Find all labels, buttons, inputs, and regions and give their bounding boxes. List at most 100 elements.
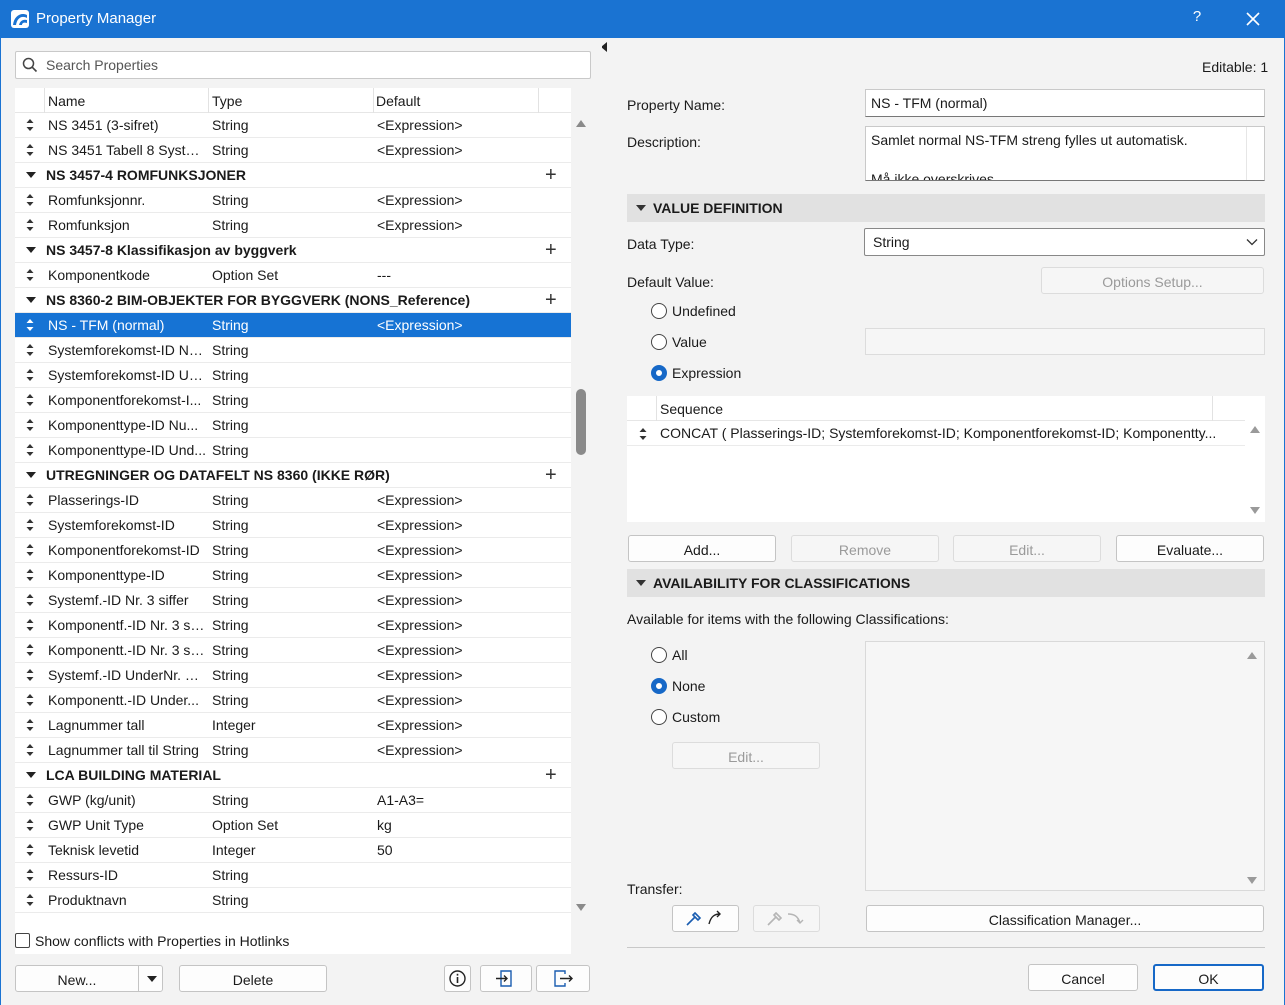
table-row[interactable]: Romfunksjon String <Expression> [15, 213, 571, 238]
drag-handle-icon[interactable] [24, 818, 36, 832]
table-row[interactable]: NS 3451 Tabell 8 System... String <Express… [15, 138, 571, 163]
radio-all-dot[interactable] [651, 647, 667, 663]
table-row[interactable]: Komponentkode Option Set --- [15, 263, 571, 288]
description-scrollbar[interactable] [1246, 127, 1264, 180]
transfer-pick-button[interactable] [672, 905, 739, 932]
radio-value-dot[interactable] [651, 334, 667, 350]
group-collapse-triangle-icon[interactable] [26, 472, 36, 478]
drag-handle-icon[interactable] [638, 427, 648, 441]
table-row[interactable]: Komponenttype-ID Und... String [15, 438, 571, 463]
table-scrollbar[interactable] [571, 110, 591, 911]
group-row[interactable]: NS 8360-2 BIM-OBJEKTER FOR BYGGVERK (NON… [15, 288, 571, 313]
table-row[interactable]: Komponentt.-ID Under... String <Expression… [15, 688, 571, 713]
table-row[interactable]: Plasserings-ID String <Expression> [15, 488, 571, 513]
group-collapse-triangle-icon[interactable] [26, 247, 36, 253]
cancel-button[interactable]: Cancel [1028, 964, 1138, 991]
export-button[interactable] [536, 965, 590, 992]
transfer-inject-button[interactable] [753, 905, 820, 932]
drag-handle-icon[interactable] [24, 318, 36, 332]
group-collapse-triangle-icon[interactable] [26, 297, 36, 303]
table-row[interactable]: Romfunksjonnr. String <Expression> [15, 188, 571, 213]
drag-handle-icon[interactable] [24, 643, 36, 657]
data-type-select[interactable]: String [864, 228, 1265, 256]
availability-section[interactable]: AVAILABILITY FOR CLASSIFICATIONS [627, 569, 1265, 597]
sequence-scroll-up-icon[interactable] [1250, 426, 1260, 433]
table-row[interactable]: Komponenttype-ID String <Expression> [15, 563, 571, 588]
add-property-plus-icon[interactable]: + [545, 290, 557, 310]
sequence-item[interactable]: CONCAT ( Plasserings-ID; Systemforekomst… [627, 421, 1245, 446]
delete-button[interactable]: Delete [179, 965, 327, 992]
drag-handle-icon[interactable] [24, 668, 36, 682]
edit-expression-button[interactable]: Edit... [953, 535, 1101, 562]
drag-handle-icon[interactable] [24, 793, 36, 807]
drag-handle-icon[interactable] [24, 343, 36, 357]
drag-handle-icon[interactable] [24, 743, 36, 757]
group-row[interactable]: NS 3457-8 Klassifikasjon av byggverk + [15, 238, 571, 263]
import-button[interactable] [480, 965, 532, 992]
drag-handle-icon[interactable] [24, 843, 36, 857]
drag-handle-icon[interactable] [24, 443, 36, 457]
table-row-selected[interactable]: NS - TFM (normal) String <Expression> [15, 313, 571, 338]
add-property-plus-icon[interactable]: + [545, 765, 557, 785]
collapse-triangle-icon[interactable] [636, 205, 646, 211]
column-header-name[interactable]: Name [48, 93, 85, 109]
search-box[interactable] [15, 51, 591, 79]
group-collapse-triangle-icon[interactable] [26, 172, 36, 178]
drag-handle-icon[interactable] [24, 418, 36, 432]
help-button[interactable]: ? [1187, 8, 1207, 30]
table-row[interactable]: Systemf.-ID Nr. 3 siffer String <Expressio… [15, 588, 571, 613]
table-row[interactable]: Komponenttype-ID Nu... String [15, 413, 571, 438]
radio-none-dot[interactable] [651, 678, 667, 694]
close-button[interactable] [1241, 7, 1265, 31]
drag-handle-icon[interactable] [24, 143, 36, 157]
sequence-header-label[interactable]: Sequence [660, 401, 723, 417]
table-row[interactable]: Komponentforekomst-I... String [15, 388, 571, 413]
column-header-default[interactable]: Default [376, 93, 420, 109]
remove-button[interactable]: Remove [791, 535, 939, 562]
ok-button[interactable]: OK [1153, 964, 1264, 991]
radio-expression-dot[interactable] [651, 365, 667, 381]
table-row[interactable]: Teknisk levetid Integer 50 [15, 838, 571, 863]
table-row[interactable]: Systemforekomst-ID Nu... String [15, 338, 571, 363]
drag-handle-icon[interactable] [24, 693, 36, 707]
drag-handle-icon[interactable] [24, 718, 36, 732]
group-row[interactable]: LCA BUILDING MATERIAL + [15, 763, 571, 788]
drag-handle-icon[interactable] [24, 368, 36, 382]
drag-handle-icon[interactable] [24, 268, 36, 282]
drag-handle-icon[interactable] [24, 218, 36, 232]
evaluate-button[interactable]: Evaluate... [1116, 535, 1264, 562]
add-property-plus-icon[interactable]: + [545, 240, 557, 260]
radio-undefined-dot[interactable] [651, 303, 667, 319]
group-collapse-triangle-icon[interactable] [26, 772, 36, 778]
classification-manager-button[interactable]: Classification Manager... [866, 905, 1264, 932]
value-definition-section[interactable]: VALUE DEFINITION [627, 194, 1265, 222]
sequence-scroll-down-icon[interactable] [1250, 507, 1260, 514]
drag-handle-icon[interactable] [24, 518, 36, 532]
group-row[interactable]: UTREGNINGER OG DATAFELT NS 8360 (IKKE RØ… [15, 463, 571, 488]
table-row[interactable]: Komponentforekomst-ID String <Expression> [15, 538, 571, 563]
drag-handle-icon[interactable] [24, 393, 36, 407]
table-row[interactable]: NS 3451 (3-sifret) String <Expression> [15, 113, 571, 138]
info-button[interactable] [444, 965, 471, 992]
table-row[interactable]: Ressurs-ID String [15, 863, 571, 888]
new-dropdown-chevron-icon[interactable] [147, 976, 157, 982]
scroll-up-arrow-icon[interactable] [576, 120, 586, 127]
column-header-type[interactable]: Type [212, 93, 242, 109]
property-name-field[interactable]: NS - TFM (normal) [865, 89, 1265, 117]
scroll-thumb[interactable] [576, 389, 586, 455]
drag-handle-icon[interactable] [24, 893, 36, 907]
scroll-down-arrow-icon[interactable] [576, 904, 586, 911]
classification-scroll-up-icon[interactable] [1247, 652, 1257, 659]
description-field[interactable]: Samlet normal NS-TFM streng fylles ut au… [865, 126, 1265, 181]
drag-handle-icon[interactable] [24, 618, 36, 632]
drag-handle-icon[interactable] [24, 568, 36, 582]
search-input[interactable] [44, 54, 584, 76]
table-row[interactable]: Komponentt.-ID Nr. 3 sif... String <Expres… [15, 638, 571, 663]
add-property-plus-icon[interactable]: + [545, 165, 557, 185]
table-row[interactable]: Produktnavn String [15, 888, 571, 913]
classification-list[interactable] [865, 641, 1265, 891]
radio-custom-dot[interactable] [651, 709, 667, 725]
custom-edit-button[interactable]: Edit... [672, 742, 820, 769]
options-setup-button[interactable]: Options Setup... [1041, 267, 1264, 294]
drag-handle-icon[interactable] [24, 493, 36, 507]
